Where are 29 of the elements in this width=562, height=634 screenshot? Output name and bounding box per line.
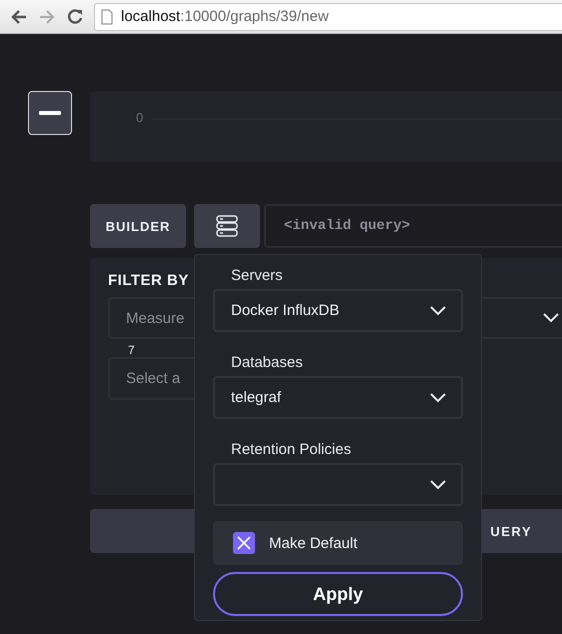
query-field[interactable]: <invalid query> bbox=[264, 204, 562, 248]
apply-button[interactable]: Apply bbox=[213, 572, 463, 616]
server-stack-icon bbox=[216, 215, 238, 237]
make-default-row[interactable]: Make Default bbox=[213, 521, 463, 565]
builder-button[interactable]: BUILDER bbox=[90, 204, 186, 248]
address-bar[interactable]: localhost:10000/graphs/39/new bbox=[94, 2, 562, 30]
minus-icon bbox=[39, 111, 61, 115]
measurement-count: 7 bbox=[128, 343, 136, 357]
reload-icon[interactable] bbox=[66, 8, 84, 26]
collapse-button[interactable] bbox=[28, 91, 72, 135]
checkbox[interactable] bbox=[233, 532, 255, 554]
url-text: localhost:10000/graphs/39/new bbox=[121, 8, 329, 25]
field-label: Servers bbox=[230, 267, 284, 284]
chevron-down-icon bbox=[429, 392, 447, 404]
make-default-label: Make Default bbox=[269, 534, 358, 552]
submit-label: UERY bbox=[490, 524, 532, 538]
filter-title: FILTER BY bbox=[108, 272, 189, 289]
dropdown[interactable]: Docker InfluxDB bbox=[213, 289, 463, 332]
dropdown[interactable]: telegraf bbox=[213, 376, 463, 419]
chevron-down-icon bbox=[429, 304, 447, 316]
chevron-down-icon bbox=[429, 478, 447, 490]
y-axis-tick: 0 bbox=[136, 110, 144, 125]
back-arrow-icon[interactable] bbox=[10, 8, 28, 26]
page-icon bbox=[101, 8, 113, 24]
database-button[interactable] bbox=[194, 204, 260, 248]
x-icon bbox=[237, 536, 251, 550]
chevron-down-icon bbox=[542, 312, 560, 324]
field-label: Retention Policies bbox=[230, 441, 352, 458]
field-label: Databases bbox=[230, 354, 304, 371]
